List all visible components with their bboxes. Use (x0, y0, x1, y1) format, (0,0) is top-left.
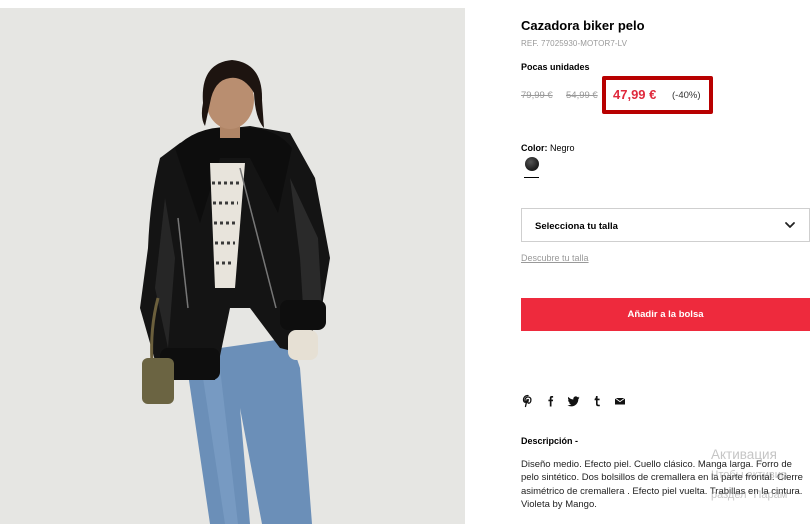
previous-price: 54,99 € (566, 90, 598, 101)
chevron-down-icon (785, 222, 795, 228)
size-select-label: Selecciona tu talla (535, 221, 618, 232)
product-image[interactable] (0, 8, 465, 524)
facebook-icon[interactable] (544, 394, 558, 408)
color-value: Negro (550, 143, 575, 153)
color-swatch-negro[interactable] (525, 157, 539, 171)
discount-badge: (-40%) (672, 90, 701, 101)
original-price: 79,99 € (521, 90, 553, 101)
product-info-panel: Cazadora biker pelo REF. 77025930-MOTOR7… (521, 0, 812, 524)
size-select-dropdown[interactable]: Selecciona tu talla (521, 208, 810, 242)
tumblr-icon[interactable] (590, 394, 604, 408)
add-to-bag-button[interactable]: Añadir a la bolsa (521, 298, 810, 331)
share-icons (521, 392, 641, 410)
pinterest-icon[interactable] (521, 394, 535, 408)
model-photo-illustration (140, 60, 330, 524)
color-label: Color: Negro (521, 143, 575, 153)
selected-swatch-indicator (524, 177, 539, 178)
size-guide-link[interactable]: Descubre tu talla (521, 253, 589, 263)
stock-status: Pocas unidades (521, 62, 590, 72)
color-label-title: Color: (521, 143, 548, 153)
email-icon[interactable] (613, 394, 627, 408)
price-row: 79,99 € 54,99 € 47,99 € (-40%) (521, 76, 811, 114)
current-price: 47,99 € (613, 87, 657, 102)
description-text: Diseño medio. Efecto piel. Cuello clásic… (521, 459, 803, 511)
twitter-icon[interactable] (567, 394, 581, 408)
description-title[interactable]: Descripción - (521, 436, 578, 446)
product-title: Cazadora biker pelo (521, 18, 645, 33)
product-reference: REF. 77025930-MOTOR7-LV (521, 39, 628, 48)
